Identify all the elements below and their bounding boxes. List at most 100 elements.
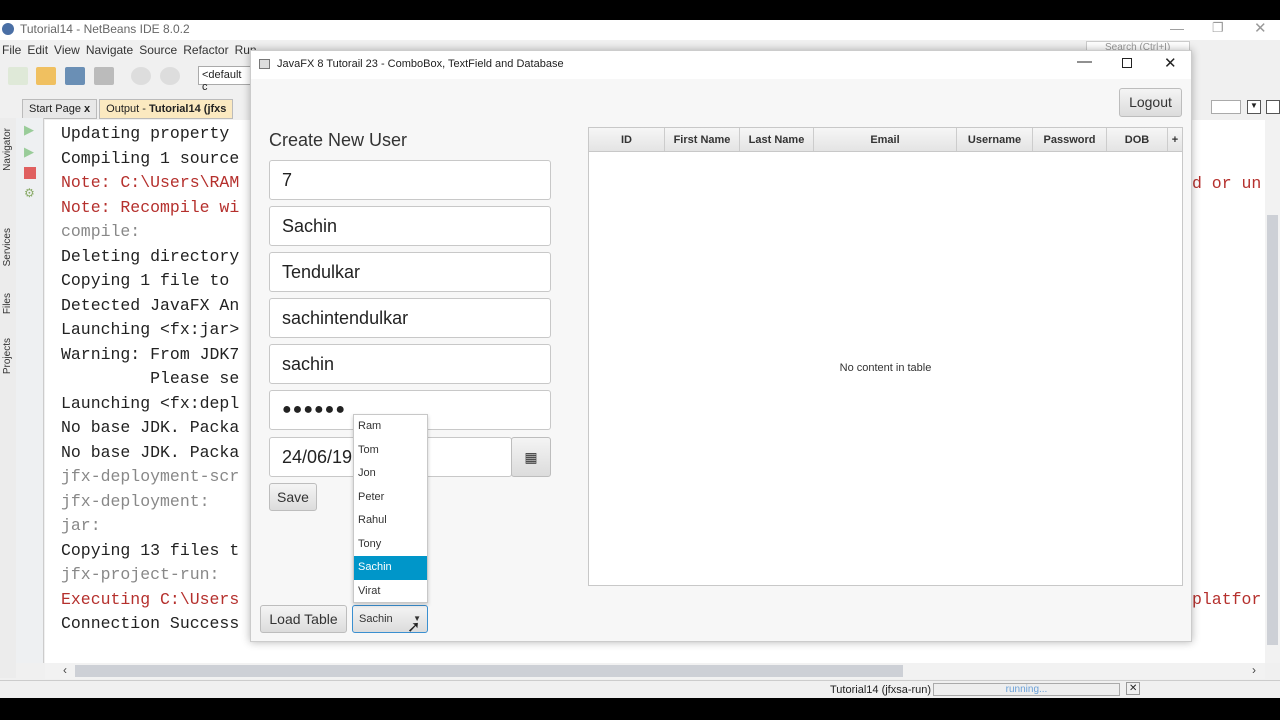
undo-icon[interactable]	[131, 67, 151, 85]
fx-close-icon[interactable]: ✕	[1164, 54, 1177, 72]
menu-refactor[interactable]: Refactor	[183, 43, 228, 57]
output-line: Note: C:\Users\RAM	[61, 173, 240, 192]
panel-files[interactable]: Files	[2, 293, 13, 314]
id-field[interactable]: 7	[269, 160, 551, 200]
output-line: Deleting directory	[61, 246, 240, 266]
tab-output[interactable]: Output - Tutorial14 (jfxs	[99, 99, 234, 119]
output-line: Copying 13 files t	[61, 540, 240, 560]
config-select[interactable]: <default c	[198, 66, 253, 93]
combo-option[interactable]: Peter	[354, 486, 427, 510]
combo-option[interactable]: Rahul	[354, 509, 427, 533]
username-field[interactable]: sachin	[269, 344, 551, 384]
side-panel-bar: Navigator Services Files Projects	[0, 118, 16, 678]
save-button[interactable]: Save	[269, 483, 317, 511]
fx-minimize-icon[interactable]: —	[1077, 53, 1092, 70]
progress-bar: running...	[933, 683, 1120, 696]
column-menu-button[interactable]: +	[1168, 128, 1182, 151]
output-line: Please se	[61, 369, 240, 388]
tab-close-icon[interactable]: x	[84, 103, 90, 115]
combo-option[interactable]: Virat	[354, 580, 427, 604]
menu-navigate[interactable]: Navigate	[86, 43, 133, 57]
tab-scroll-arrows[interactable]	[1211, 100, 1241, 114]
create-user-heading: Create New User	[269, 130, 408, 150]
panel-navigator[interactable]: Navigator	[2, 128, 13, 171]
ide-minimize-icon[interactable]: —	[1170, 20, 1184, 36]
rerun-icon[interactable]: ▶	[24, 122, 34, 138]
fx-titlebar: JavaFX 8 Tutorail 23 - ComboBox, TextFie…	[251, 51, 1191, 79]
output-line: Compiling 1 source	[61, 148, 240, 168]
scroll-left-icon[interactable]: ‹	[63, 663, 67, 677]
vertical-scrollbar[interactable]	[1265, 120, 1280, 663]
combo-option[interactable]: Tom	[354, 439, 427, 463]
redo-icon[interactable]	[160, 67, 180, 85]
save-all-icon[interactable]	[94, 67, 114, 85]
output-fragment: platfor	[1192, 590, 1262, 609]
empty-table-placeholder: No content in table	[839, 362, 932, 374]
open-project-icon[interactable]	[65, 67, 85, 85]
combo-option[interactable]: Tony	[354, 533, 427, 557]
ide-titlebar	[0, 20, 1280, 40]
new-project-icon[interactable]	[36, 67, 56, 85]
restore-window-icon[interactable]	[1266, 100, 1280, 114]
scroll-right-icon[interactable]: ›	[1252, 663, 1256, 677]
output-line: No base JDK. Packa	[61, 442, 240, 462]
netbeans-logo-icon	[2, 23, 14, 35]
column-password[interactable]: Password	[1033, 128, 1107, 151]
load-table-button[interactable]: Load Table	[260, 605, 347, 633]
menu-view[interactable]: View	[54, 43, 80, 57]
editor-tabs: Start Page x Output - Tutorial14 (jfxs	[22, 99, 235, 119]
output-line: jfx-project-run:	[61, 565, 220, 584]
output-line: compile:	[61, 222, 141, 241]
output-line: jfx-deployment-scr	[61, 467, 240, 486]
status-bar: Tutorial14 (jfxsa-run) running... ✕	[0, 680, 1280, 698]
column-email[interactable]: Email	[814, 128, 957, 151]
column-dob[interactable]: DOB	[1107, 128, 1168, 151]
running-task: Tutorial14 (jfxsa-run)	[830, 684, 932, 696]
output-line: No base JDK. Packa	[61, 418, 240, 437]
output-line: Note: Recompile wi	[61, 197, 240, 217]
tab-label: Start Page	[29, 103, 81, 115]
tab-start-page[interactable]: Start Page x	[22, 99, 98, 119]
horizontal-scrollbar[interactable]: ‹ ›	[45, 663, 1265, 679]
javafx-window: JavaFX 8 Tutorail 23 - ComboBox, TextFie…	[250, 50, 1192, 642]
cancel-task-icon[interactable]: ✕	[1126, 682, 1141, 695]
new-file-icon[interactable]	[8, 67, 28, 85]
mouse-cursor-icon: ➚	[407, 619, 421, 636]
settings-icon[interactable]: ⚙	[24, 186, 35, 200]
column-id[interactable]: ID	[589, 128, 665, 151]
fx-maximize-icon[interactable]	[1122, 58, 1132, 68]
combo-option[interactable]: Ram	[354, 415, 427, 439]
stop-icon[interactable]	[24, 167, 36, 179]
ide-close-icon[interactable]: ✕	[1254, 19, 1267, 37]
column-first-name[interactable]: First Name	[665, 128, 740, 151]
combo-option[interactable]: Jon	[354, 462, 427, 486]
rerun-different-icon[interactable]: ▶	[24, 144, 34, 160]
combo-option-selected[interactable]: Sachin	[354, 556, 427, 580]
output-line: Launching <fx:depl	[61, 393, 240, 413]
output-line: Launching <fx:jar>	[61, 320, 240, 339]
column-last-name[interactable]: Last Name	[740, 128, 814, 151]
last-name-field[interactable]: Tendulkar	[269, 252, 551, 292]
panel-projects[interactable]: Projects	[2, 338, 13, 374]
menu-source[interactable]: Source	[139, 43, 177, 57]
menu-file[interactable]: File	[2, 43, 21, 57]
ide-restore-icon[interactable]: ❐	[1212, 20, 1224, 36]
output-line: Executing C:\Users	[61, 589, 240, 609]
logout-button[interactable]: Logout	[1119, 88, 1182, 117]
output-line: Warning: From JDK7	[61, 344, 240, 364]
menu-edit[interactable]: Edit	[27, 43, 48, 57]
output-line: Connection Success	[61, 614, 240, 633]
tab-label-bold: Tutorial14 (jfxs	[148, 103, 227, 115]
calendar-icon[interactable]: ▦	[511, 437, 551, 477]
output-fragment: d or un	[1192, 174, 1262, 193]
tab-list-icon[interactable]: ▼	[1247, 100, 1261, 114]
first-name-field[interactable]: Sachin	[269, 206, 551, 246]
ide-title: Tutorial14 - NetBeans IDE 8.0.2	[20, 22, 190, 36]
email-field[interactable]: sachintendulkar	[269, 298, 551, 338]
menu-bar: File Edit View Navigate Source Refactor …	[2, 43, 257, 57]
tab-label: Output -	[106, 103, 149, 115]
column-username[interactable]: Username	[957, 128, 1033, 151]
output-line: jfx-deployment:	[61, 491, 210, 511]
output-gutter: ▶ ▶ ⚙	[16, 118, 44, 663]
panel-services[interactable]: Services	[2, 228, 13, 266]
